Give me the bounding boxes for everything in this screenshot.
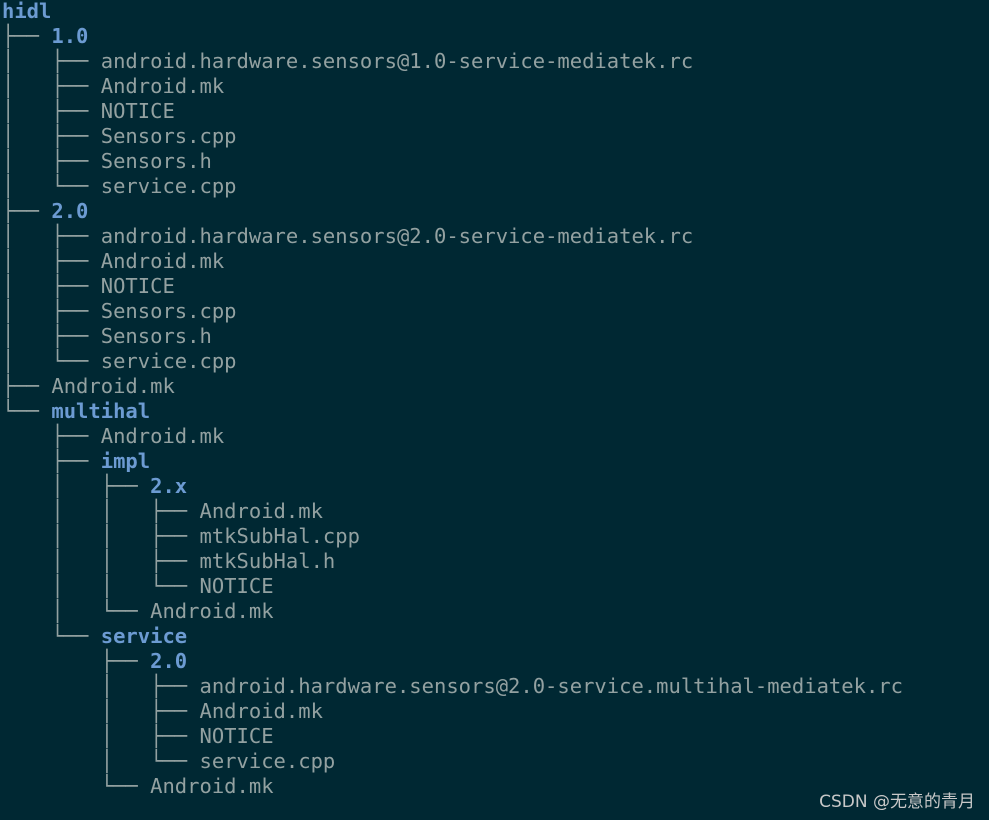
tree-connector: │ │ └── bbox=[2, 574, 200, 598]
tree-file-row: │ ├── Sensors.cpp bbox=[2, 299, 237, 324]
csdn-watermark: CSDN @无意的青月 bbox=[819, 792, 975, 812]
file-name: mtkSubHal.cpp bbox=[199, 524, 360, 548]
file-name: Android.mk bbox=[100, 424, 225, 448]
directory-name: hidl bbox=[2, 0, 52, 23]
file-name: Sensors.cpp bbox=[100, 124, 237, 148]
file-name: Android.mk bbox=[150, 774, 274, 798]
tree-file-row: │ ├── NOTICE bbox=[2, 274, 175, 299]
tree-file-row: │ ├── Android.mk bbox=[2, 74, 224, 99]
file-name: android.hardware.sensors@2.0-service-med… bbox=[100, 224, 694, 248]
tree-file-row: │ ├── NOTICE bbox=[2, 724, 274, 749]
directory-name: 2.x bbox=[150, 474, 188, 498]
tree-connector: ├── bbox=[2, 449, 101, 473]
tree-connector: │ └── bbox=[2, 749, 200, 773]
file-name: Android.mk bbox=[100, 249, 225, 273]
tree-directory-row: └── multihal bbox=[2, 399, 150, 424]
tree-connector: └── bbox=[2, 399, 52, 423]
tree-connector: ├── bbox=[2, 24, 52, 48]
tree-connector: ├── bbox=[2, 424, 101, 448]
directory-name: 2.0 bbox=[51, 199, 89, 223]
tree-file-row: │ ├── android.hardware.sensors@1.0-servi… bbox=[2, 49, 693, 74]
file-name: Android.mk bbox=[199, 499, 323, 523]
tree-directory-row: │ ├── 2.x bbox=[2, 474, 187, 499]
tree-file-row: │ └── service.cpp bbox=[2, 749, 336, 774]
tree-connector: │ │ ├── bbox=[2, 524, 200, 548]
file-name: service.cpp bbox=[100, 174, 237, 198]
file-name: Sensors.h bbox=[100, 149, 212, 173]
file-name: Android.mk bbox=[100, 74, 225, 98]
file-name: Android.mk bbox=[199, 699, 323, 723]
file-name: service.cpp bbox=[199, 749, 336, 773]
tree-file-row: │ ├── android.hardware.sensors@2.0-servi… bbox=[2, 674, 903, 699]
tree-file-row: │ ├── Sensors.cpp bbox=[2, 124, 237, 149]
tree-connector: │ ├── bbox=[2, 474, 151, 498]
tree-file-row: │ │ ├── mtkSubHal.h bbox=[2, 549, 335, 574]
tree-connector: │ │ ├── bbox=[2, 499, 200, 523]
tree-connector: │ └── bbox=[2, 174, 101, 198]
directory-name: 1.0 bbox=[51, 24, 89, 48]
file-name: NOTICE bbox=[100, 99, 175, 123]
directory-name: 2.0 bbox=[150, 649, 188, 673]
tree-file-row: │ ├── NOTICE bbox=[2, 99, 175, 124]
tree-connector: │ └── bbox=[2, 599, 151, 623]
directory-name: multihal bbox=[51, 399, 151, 423]
file-name: mtkSubHal.h bbox=[199, 549, 336, 573]
terminal-tree-output: hidl ├── 1.0 │ ├── android.hardware.sensor… bbox=[2, 0, 989, 820]
file-name: Android.mk bbox=[51, 374, 175, 398]
tree-connector: │ ├── bbox=[2, 724, 200, 748]
tree-connector: │ ├── bbox=[2, 74, 101, 98]
tree-file-row: └── Android.mk bbox=[2, 774, 274, 799]
tree-file-row: │ │ └── NOTICE bbox=[2, 574, 274, 599]
file-name: android.hardware.sensors@1.0-service-med… bbox=[100, 49, 694, 73]
tree-file-row: │ │ ├── mtkSubHal.cpp bbox=[2, 524, 360, 549]
tree-connector: │ ├── bbox=[2, 699, 200, 723]
tree-connector: │ ├── bbox=[2, 674, 200, 698]
tree-file-row: │ ├── android.hardware.sensors@2.0-servi… bbox=[2, 224, 693, 249]
tree-connector: │ ├── bbox=[2, 149, 101, 173]
tree-connector: └── bbox=[2, 624, 101, 648]
tree-connector: ├── bbox=[2, 649, 151, 673]
tree-file-row: ├── Android.mk bbox=[2, 424, 224, 449]
tree-connector: │ │ ├── bbox=[2, 549, 200, 573]
tree-connector: │ ├── bbox=[2, 49, 101, 73]
tree-connector: │ ├── bbox=[2, 224, 101, 248]
file-name: NOTICE bbox=[199, 574, 274, 598]
tree-connector: ├── bbox=[2, 199, 52, 223]
tree-connector: └── bbox=[2, 774, 151, 798]
tree-file-row: │ ├── Android.mk bbox=[2, 699, 323, 724]
tree-directory-row: └── service bbox=[2, 624, 187, 649]
tree-directory-row: ├── impl bbox=[2, 449, 150, 474]
file-name: Sensors.h bbox=[100, 324, 212, 348]
tree-connector: │ ├── bbox=[2, 249, 101, 273]
directory-name: impl bbox=[100, 449, 151, 473]
file-name: Sensors.cpp bbox=[100, 299, 237, 323]
file-name: Android.mk bbox=[150, 599, 274, 623]
tree-file-row: │ ├── Android.mk bbox=[2, 249, 224, 274]
tree-file-row: │ ├── Sensors.h bbox=[2, 324, 212, 349]
tree-directory-row: hidl bbox=[2, 0, 51, 24]
file-name: NOTICE bbox=[199, 724, 274, 748]
tree-file-row: │ │ ├── Android.mk bbox=[2, 499, 323, 524]
file-name: android.hardware.sensors@2.0-service.mul… bbox=[199, 674, 903, 698]
tree-connector: │ ├── bbox=[2, 299, 101, 323]
tree-file-row: │ └── Android.mk bbox=[2, 599, 274, 624]
file-name: NOTICE bbox=[100, 274, 175, 298]
tree-connector: │ └── bbox=[2, 349, 101, 373]
tree-directory-row: ├── 2.0 bbox=[2, 199, 88, 224]
tree-connector: │ ├── bbox=[2, 274, 101, 298]
tree-connector: ├── bbox=[2, 374, 52, 398]
tree-directory-row: ├── 1.0 bbox=[2, 24, 88, 49]
tree-connector: │ ├── bbox=[2, 324, 101, 348]
tree-connector: │ ├── bbox=[2, 124, 101, 148]
tree-connector: │ ├── bbox=[2, 99, 101, 123]
tree-file-row: ├── Android.mk bbox=[2, 374, 175, 399]
file-name: service.cpp bbox=[100, 349, 237, 373]
tree-file-row: │ └── service.cpp bbox=[2, 349, 237, 374]
tree-directory-row: ├── 2.0 bbox=[2, 649, 187, 674]
directory-name: service bbox=[100, 624, 188, 648]
tree-file-row: │ ├── Sensors.h bbox=[2, 149, 212, 174]
tree-file-row: │ └── service.cpp bbox=[2, 174, 237, 199]
